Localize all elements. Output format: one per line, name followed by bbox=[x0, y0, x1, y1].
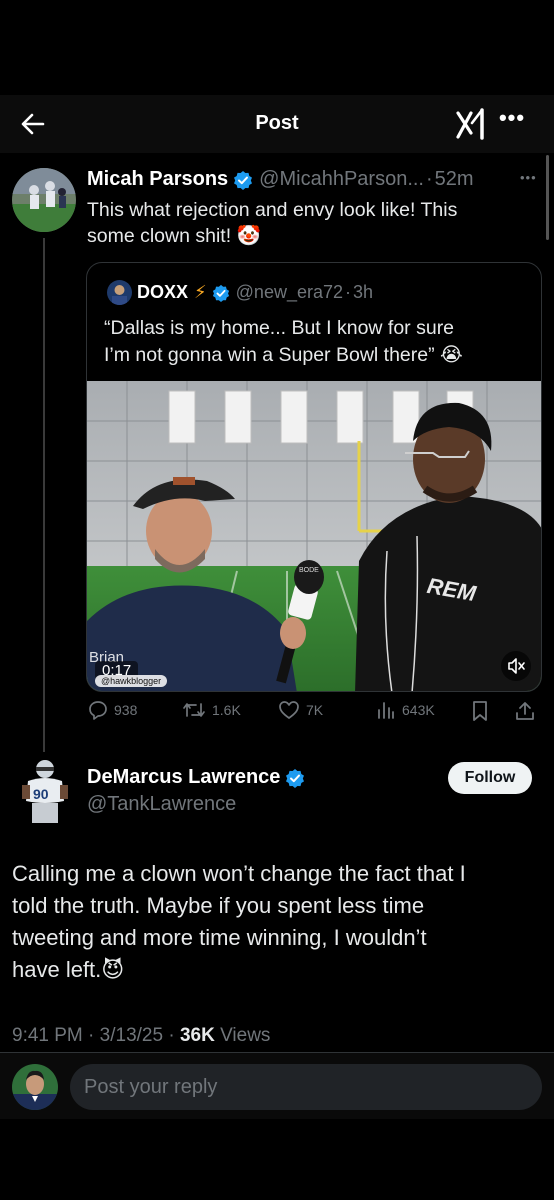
mute-button[interactable] bbox=[501, 651, 531, 681]
views-count[interactable]: 36K bbox=[180, 1025, 215, 1046]
grok-button[interactable] bbox=[454, 107, 488, 141]
avatar-current-user[interactable] bbox=[12, 1064, 58, 1110]
mic-label: BODE bbox=[299, 567, 319, 574]
author-name[interactable]: Micah Parsons bbox=[87, 168, 228, 191]
quoted-header: DOXX ⚡ @new_era72 · 3h bbox=[137, 282, 373, 303]
heart-icon bbox=[279, 701, 299, 719]
post-time[interactable]: 52m bbox=[435, 168, 474, 191]
repost-count: 1.6K bbox=[212, 702, 241, 718]
verified-badge-icon bbox=[286, 768, 305, 788]
top-bar: Post ••• bbox=[0, 95, 554, 153]
avatar-image bbox=[12, 1064, 58, 1110]
quoted-post[interactable]: DOXX ⚡ @new_era72 · 3h “Dallas is my hom… bbox=[86, 262, 542, 692]
reply-input[interactable] bbox=[70, 1064, 542, 1110]
separator: · bbox=[168, 1025, 175, 1046]
share-button[interactable] bbox=[514, 700, 536, 722]
quoted-author-name: DOXX bbox=[137, 282, 189, 302]
repost-icon bbox=[183, 703, 205, 717]
parent-post-text: This what rejection and envy look like! … bbox=[87, 197, 457, 249]
quoted-post-time: 3h bbox=[353, 282, 374, 302]
scrollbar[interactable] bbox=[546, 155, 549, 240]
speaker-muted-icon bbox=[508, 658, 525, 674]
text-line: I’m not gonna win a Super Bowl there” 😭 bbox=[104, 344, 463, 366]
main-post-text: Calling me a clown won’t change the fact… bbox=[12, 858, 542, 986]
svg-text:90: 90 bbox=[33, 786, 49, 802]
text-line: “Dallas is my home... But I know for sur… bbox=[104, 317, 455, 339]
avatar-micah[interactable] bbox=[12, 168, 76, 232]
video-player[interactable]: REM BODE Brian 0:17 @hawkblogger bbox=[87, 381, 541, 691]
text-line: some clown shit! 🤡 bbox=[87, 225, 261, 247]
thread-line bbox=[43, 238, 45, 752]
author-handle[interactable]: @MicahhParson... bbox=[259, 168, 424, 191]
reply-bar bbox=[0, 1053, 554, 1119]
text-line: told the truth. Maybe if you spent less … bbox=[12, 893, 425, 918]
views-button[interactable]: 643K bbox=[376, 700, 435, 720]
quoted-author-handle: @new_era72 bbox=[235, 282, 343, 302]
like-count: 7K bbox=[306, 702, 324, 718]
share-icon bbox=[516, 702, 534, 720]
quoted-post-text: “Dallas is my home... But I know for sur… bbox=[104, 315, 463, 369]
bookmark-button[interactable] bbox=[470, 700, 490, 722]
reply-icon bbox=[89, 701, 107, 720]
action-bar: 938 1.6K 7K 643K bbox=[86, 700, 546, 728]
reply-count: 938 bbox=[114, 702, 138, 718]
demarcus-header: DeMarcus Lawrence bbox=[87, 766, 305, 789]
video-frame bbox=[87, 381, 541, 691]
avatar-image bbox=[107, 280, 132, 305]
separator: · bbox=[426, 168, 433, 190]
views-chart-icon bbox=[378, 702, 394, 719]
follow-button[interactable]: Follow bbox=[448, 762, 532, 794]
post-time: 9:41 PM bbox=[12, 1025, 83, 1046]
avatar-image bbox=[12, 168, 76, 232]
verified-badge-icon bbox=[212, 284, 229, 302]
views-count: 643K bbox=[402, 702, 435, 718]
watermark: @hawkblogger bbox=[95, 675, 168, 687]
text-line: This what rejection and envy look like! … bbox=[87, 199, 458, 221]
text-line: tweeting and more time winning, I wouldn… bbox=[12, 925, 427, 950]
bookmark-icon bbox=[473, 701, 487, 721]
lightning-emoji: ⚡ bbox=[194, 282, 207, 302]
text-line: Calling me a clown won’t change the fact… bbox=[12, 861, 466, 886]
micah-header: Micah Parsons @MicahhParson... · 52m bbox=[87, 168, 474, 191]
post-more-button[interactable]: ••• bbox=[520, 170, 537, 185]
separator: · bbox=[345, 282, 351, 302]
more-options-button[interactable]: ••• bbox=[496, 105, 528, 135]
avatar-image: 90 bbox=[18, 757, 72, 825]
post-meta: 9:41 PM · 3/13/25 · 36K Views bbox=[12, 1025, 270, 1047]
reply-button[interactable]: 938 bbox=[88, 700, 137, 720]
views-label: Views bbox=[220, 1025, 271, 1046]
author-handle[interactable]: @TankLawrence bbox=[87, 793, 236, 816]
text-line: have left.😈 bbox=[12, 957, 125, 982]
separator: · bbox=[88, 1025, 95, 1046]
post-date: 3/13/25 bbox=[99, 1025, 164, 1046]
repost-button[interactable]: 1.6K bbox=[182, 700, 241, 720]
grok-icon bbox=[456, 108, 484, 140]
author-name[interactable]: DeMarcus Lawrence bbox=[87, 766, 280, 789]
avatar-demarcus[interactable]: 90 bbox=[18, 757, 72, 825]
verified-badge-icon bbox=[234, 170, 253, 190]
avatar-doxx[interactable] bbox=[107, 280, 132, 305]
like-button[interactable]: 7K bbox=[278, 700, 323, 720]
